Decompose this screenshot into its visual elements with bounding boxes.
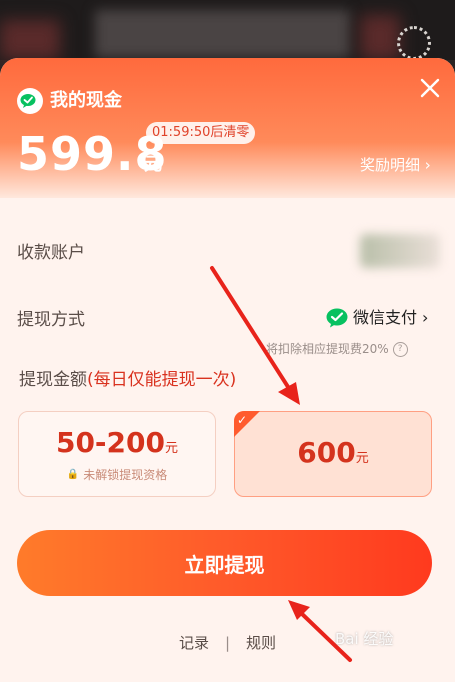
withdraw-now-button[interactable]: 立即提现 xyxy=(17,530,432,596)
reward-details-label: 奖励明细 xyxy=(360,156,421,174)
fee-note-text: 将扣除相应提现费20% xyxy=(266,342,389,356)
blurred-decoration-left xyxy=(0,20,60,60)
cash-amount-unit: 元 xyxy=(144,154,162,175)
watermark: Bai 经验 xyxy=(335,630,394,648)
check-icon: ✓ xyxy=(237,413,248,427)
daily-limit-note: (每日仅能提现一次) xyxy=(87,370,237,390)
amount-label-text: 提现金额 xyxy=(19,370,87,390)
background-content xyxy=(0,0,455,60)
locked-note: 🔒 未解锁提现资格 xyxy=(19,466,215,483)
account-label: 收款账户 xyxy=(17,243,85,263)
amount-option-50-200[interactable]: 50-200元 🔒 未解锁提现资格 xyxy=(18,411,216,497)
reward-details-link[interactable]: 奖励明细 › xyxy=(360,154,431,176)
payment-method-value: 微信支付 xyxy=(353,308,418,327)
fee-note: 将扣除相应提现费20% ? xyxy=(266,340,408,358)
wallet-title: 我的现金 xyxy=(50,90,122,111)
locked-note-text: 未解锁提现资格 xyxy=(83,468,168,482)
amount-option-600[interactable]: ✓ 600元 xyxy=(234,411,432,497)
account-avatar xyxy=(360,234,440,268)
rules-link[interactable]: 规则 xyxy=(246,632,276,653)
withdraw-sheet: 我的现金 599.8 元 01:59:50后清零 奖励明细 › 收款账户 提现方… xyxy=(0,58,455,682)
wechat-icon xyxy=(17,88,43,114)
wechat-pay-icon xyxy=(326,308,348,328)
records-link[interactable]: 记录 xyxy=(179,632,209,653)
chevron-right-icon: › xyxy=(422,308,429,327)
countdown-badge: 01:59:50后清零 xyxy=(146,122,256,144)
blurred-decoration-right xyxy=(360,15,400,60)
amount-label: 提现金额(每日仅能提现一次) xyxy=(19,368,236,392)
help-icon[interactable]: ? xyxy=(392,341,408,357)
chevron-right-icon: › xyxy=(424,156,431,174)
payment-method-selector[interactable]: 微信支付 › xyxy=(326,307,428,329)
footer-separator: | xyxy=(224,633,231,652)
lock-icon: 🔒 xyxy=(66,469,80,480)
wreath-icon xyxy=(397,26,431,60)
close-icon[interactable] xyxy=(416,74,444,102)
option-value: 50-200元 xyxy=(55,426,179,459)
blurred-banner xyxy=(95,10,350,58)
method-label: 提现方式 xyxy=(17,310,85,330)
option-value: 600元 xyxy=(297,436,369,469)
